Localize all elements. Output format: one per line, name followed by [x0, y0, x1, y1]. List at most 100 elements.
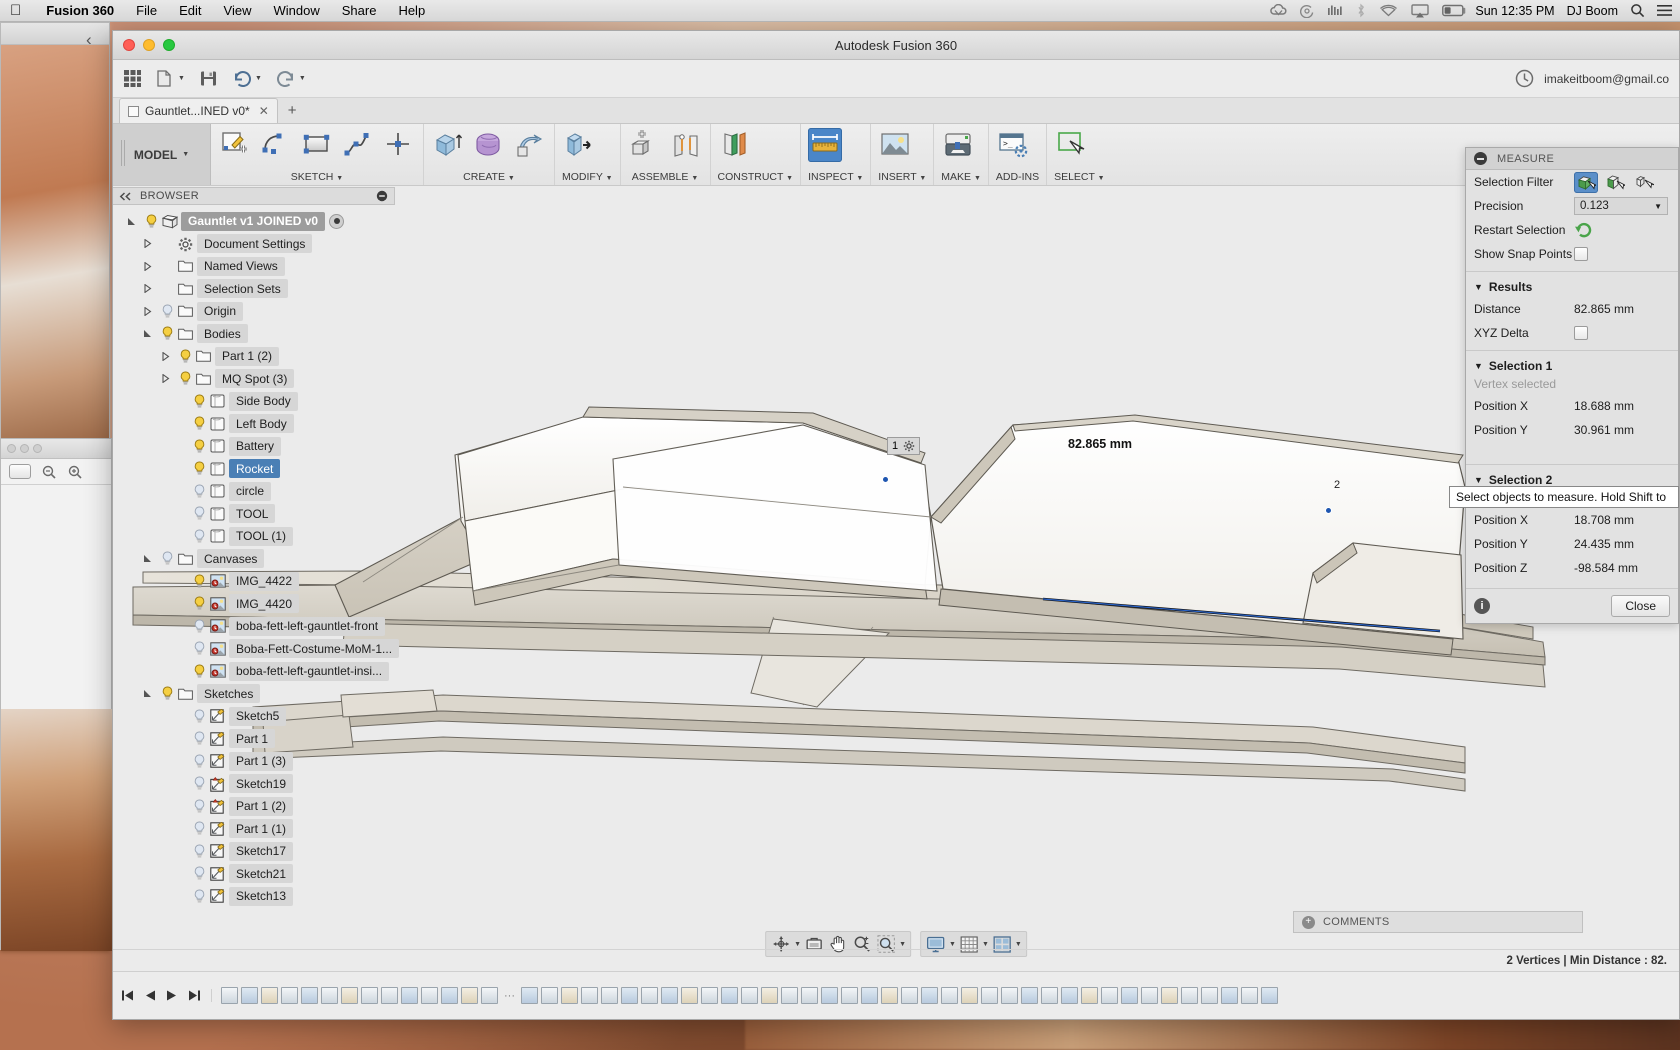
battery-icon[interactable]: [1442, 4, 1467, 17]
timeline-feature-item[interactable]: [1141, 987, 1158, 1004]
timeline-feature-item[interactable]: [1001, 987, 1018, 1004]
bg-window-close-dot[interactable]: [7, 444, 16, 453]
tree-item[interactable]: Battery: [113, 435, 395, 458]
timeline-feature-item[interactable]: [481, 987, 498, 1004]
bg-window-min-dot[interactable]: [20, 444, 29, 453]
dropbox-icon[interactable]: [1300, 4, 1314, 18]
visibility-bulb-icon[interactable]: [193, 596, 206, 611]
timeline-feature-item[interactable]: [681, 987, 698, 1004]
tree-item[interactable]: Sketch13: [113, 885, 395, 908]
ribbon-group-label-create[interactable]: CREATE ▼: [431, 169, 547, 183]
minimize-icon[interactable]: [376, 190, 388, 202]
visibility-bulb-icon[interactable]: [179, 371, 192, 386]
menu-view[interactable]: View: [213, 3, 263, 18]
creative-cloud-icon[interactable]: [1270, 3, 1287, 18]
tree-item[interactable]: Sketch17: [113, 840, 395, 863]
results-section-header[interactable]: ▼ Results: [1466, 277, 1678, 297]
airplay-icon[interactable]: [1411, 3, 1430, 18]
visibility-bulb-icon[interactable]: [161, 304, 174, 319]
timeline-feature-item[interactable]: [561, 987, 578, 1004]
redo-button[interactable]: ▼: [276, 70, 306, 88]
visibility-bulb-icon[interactable]: [193, 461, 206, 476]
close-button[interactable]: Close: [1611, 595, 1670, 617]
undo-button[interactable]: ▼: [232, 70, 262, 88]
timeline-feature-item[interactable]: [1261, 987, 1278, 1004]
fit-chevron-down-icon[interactable]: ▼: [899, 941, 906, 948]
viewports-chevron-down-icon[interactable]: ▼: [1015, 941, 1022, 948]
wifi-icon[interactable]: [1379, 4, 1398, 17]
window-titlebar[interactable]: Autodesk Fusion 360: [113, 31, 1679, 60]
visibility-bulb-icon[interactable]: [193, 506, 206, 521]
revolve-icon[interactable]: [472, 128, 506, 162]
tree-item[interactable]: IMG_4420: [113, 593, 395, 616]
background-window-lower-titlebar[interactable]: [1, 439, 111, 459]
new-file-chevron-down-icon[interactable]: ▼: [178, 75, 185, 82]
scripts-addins-icon[interactable]: >_: [996, 128, 1030, 162]
timeline-feature-item[interactable]: [301, 987, 318, 1004]
timeline-feature-item[interactable]: [781, 987, 798, 1004]
background-window-lower-toolbar[interactable]: [1, 459, 111, 485]
ribbon-group-label-assemble[interactable]: ASSEMBLE ▼: [628, 169, 703, 183]
clock-history-icon[interactable]: [1515, 69, 1534, 88]
timeline-feature-item[interactable]: [901, 987, 918, 1004]
menu-file[interactable]: File: [125, 3, 168, 18]
gear-icon[interactable]: [903, 440, 915, 452]
timeline-feature-item[interactable]: [241, 987, 258, 1004]
timeline-feature-item[interactable]: [661, 987, 678, 1004]
timeline-feature-item[interactable]: [441, 987, 458, 1004]
timeline-feature-item[interactable]: [401, 987, 418, 1004]
tree-twisty-closed-icon[interactable]: [161, 351, 175, 361]
audio-meter-icon[interactable]: [1327, 4, 1343, 18]
point-icon[interactable]: [382, 128, 416, 162]
visibility-bulb-icon[interactable]: [193, 619, 206, 634]
tree-twisty-closed-icon[interactable]: [143, 284, 157, 294]
bluetooth-icon[interactable]: [1356, 3, 1366, 18]
timeline-feature-item[interactable]: [721, 987, 738, 1004]
play-icon[interactable]: [166, 989, 178, 1002]
tree-item[interactable]: Sketch19: [113, 773, 395, 796]
timeline-feature-item[interactable]: [761, 987, 778, 1004]
tree-item[interactable]: Sketches: [113, 683, 395, 706]
background-window-upper-titlebar[interactable]: [1, 23, 109, 45]
selection-point-2[interactable]: [1325, 507, 1332, 514]
arc-icon[interactable]: [259, 128, 293, 162]
document-tab[interactable]: Gauntlet...INED v0* ✕: [119, 98, 278, 123]
visibility-bulb-icon[interactable]: [193, 416, 206, 431]
visibility-bulb-icon[interactable]: [193, 776, 206, 791]
timeline-feature-item[interactable]: [601, 987, 618, 1004]
sweep-icon[interactable]: [513, 128, 547, 162]
timeline-feature-item[interactable]: [1081, 987, 1098, 1004]
3d-print-icon[interactable]: [941, 128, 975, 162]
timeline-feature-item[interactable]: [221, 987, 238, 1004]
tree-item[interactable]: MQ Spot (3): [113, 368, 395, 391]
tree-twisty-open-icon[interactable]: [143, 329, 157, 338]
tree-item[interactable]: TOOL: [113, 503, 395, 526]
timeline-feature-item[interactable]: [1121, 987, 1138, 1004]
select-body-icon[interactable]: [1574, 171, 1598, 193]
chevron-down-icon[interactable]: ▼: [1654, 202, 1662, 211]
collapse-left-icon[interactable]: [119, 191, 132, 201]
tree-item[interactable]: boba-fett-left-gauntlet-front: [113, 615, 395, 638]
tree-item[interactable]: Part 1: [113, 728, 395, 751]
tree-item[interactable]: TOOL (1): [113, 525, 395, 548]
tree-item[interactable]: Side Body: [113, 390, 395, 413]
tree-twisty-closed-icon[interactable]: [143, 306, 157, 316]
ribbon-group-label-make[interactable]: MAKE ▼: [941, 169, 981, 183]
visibility-bulb-icon[interactable]: [161, 326, 174, 341]
measure-icon[interactable]: [808, 128, 843, 162]
tree-item[interactable]: circle: [113, 480, 395, 503]
timeline-feature-item[interactable]: [1101, 987, 1118, 1004]
timeline-feature-item[interactable]: [641, 987, 658, 1004]
tree-twisty-closed-icon[interactable]: [161, 374, 175, 384]
visibility-bulb-icon[interactable]: [193, 866, 206, 881]
tree-item[interactable]: Selection Sets: [113, 278, 395, 301]
menu-edit[interactable]: Edit: [168, 3, 212, 18]
tree-twisty-closed-icon[interactable]: [143, 239, 157, 249]
tree-twisty-open-icon[interactable]: [127, 217, 141, 226]
tree-item[interactable]: Rocket: [113, 458, 395, 481]
visibility-bulb-icon[interactable]: [145, 214, 158, 229]
visibility-bulb-icon[interactable]: [193, 799, 206, 814]
comments-panel[interactable]: + COMMENTS: [1293, 911, 1583, 933]
tree-item[interactable]: Left Body: [113, 413, 395, 436]
plus-icon[interactable]: +: [1302, 915, 1315, 929]
